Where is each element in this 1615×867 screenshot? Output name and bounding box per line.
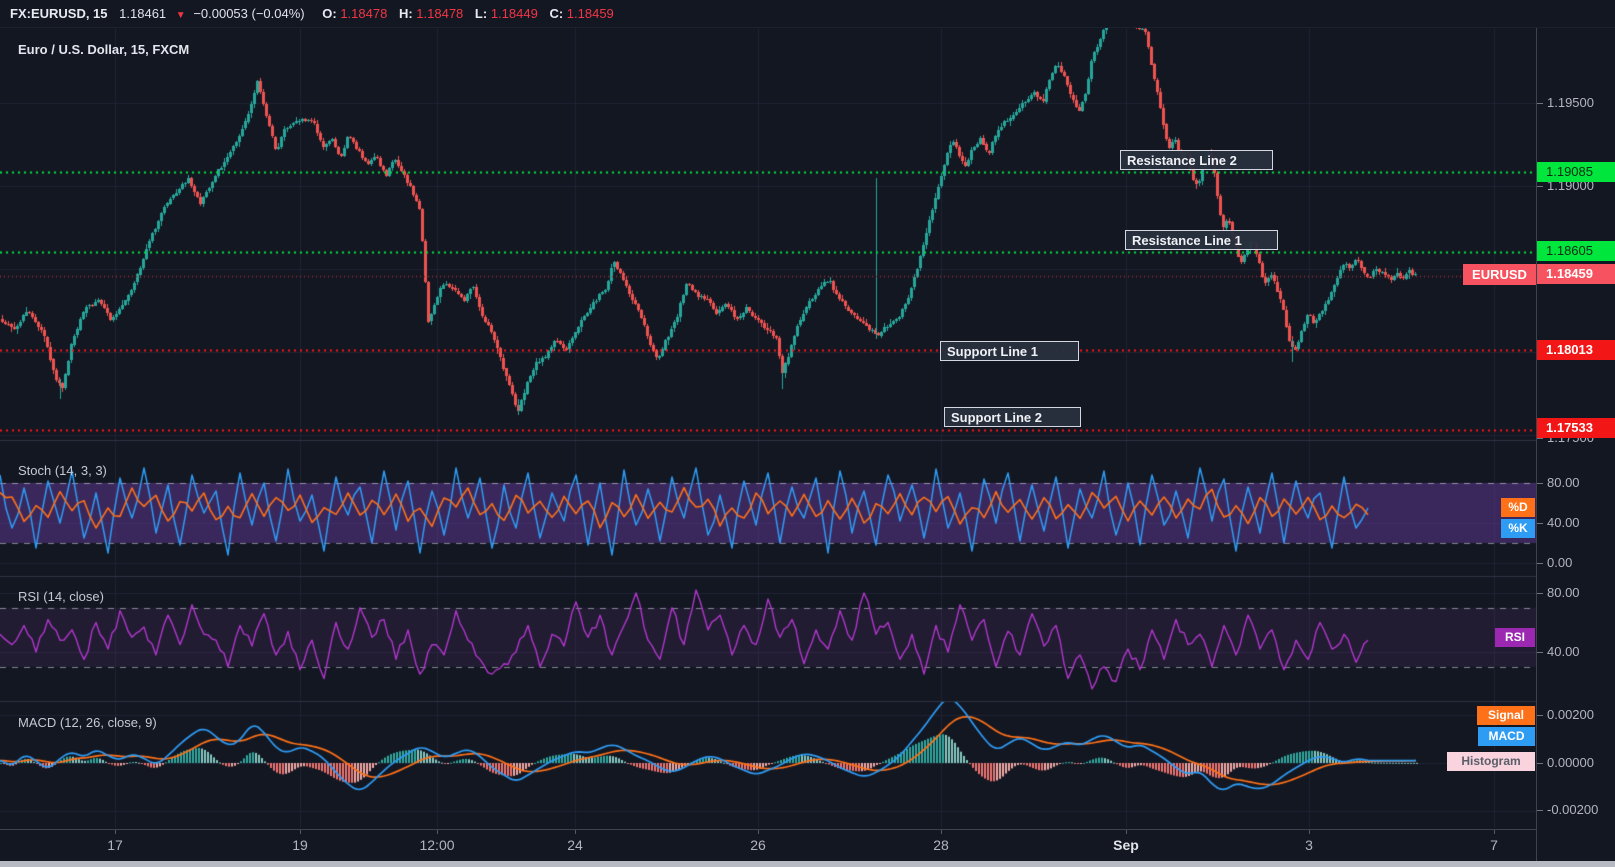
legend-badge-signal: Signal bbox=[1477, 706, 1535, 725]
pane-title-rsi[interactable]: RSI (14, close) bbox=[18, 589, 104, 604]
time-axis-label: Sep bbox=[1113, 837, 1139, 853]
price-axis-tick bbox=[1537, 438, 1543, 439]
time-axis-tick bbox=[941, 830, 942, 834]
high-value: 1.18478 bbox=[416, 6, 464, 21]
time-axis-label: 19 bbox=[292, 837, 308, 853]
time-axis-label: 24 bbox=[567, 837, 583, 853]
open-value: 1.18478 bbox=[340, 6, 388, 21]
last-price-value: 1.18461 bbox=[119, 6, 167, 21]
price-axis-tick bbox=[1537, 715, 1543, 716]
time-axis-tick bbox=[300, 830, 301, 834]
price-down-arrow-icon: ▼ bbox=[175, 10, 186, 21]
low-label: L: bbox=[474, 6, 488, 21]
time-axis-label: 7 bbox=[1490, 837, 1498, 853]
price-axis-label: 80.00 bbox=[1547, 585, 1580, 600]
price-axis-label: 0.00000 bbox=[1547, 755, 1594, 770]
time-axis-label: 26 bbox=[750, 837, 766, 853]
price-axis-label: 0.00 bbox=[1547, 555, 1573, 570]
ohlc-info-bar: FX:EURUSD, 15 1.18461 ▼ −0.00053 (−0.04%… bbox=[0, 0, 1615, 28]
symbol-interval-label[interactable]: FX:EURUSD, 15 bbox=[10, 6, 108, 21]
price-axis-tick bbox=[1537, 763, 1543, 764]
price-axis-badge: 1.18013 bbox=[1537, 340, 1615, 360]
time-axis-tick bbox=[437, 830, 438, 834]
time-axis-tick bbox=[1126, 830, 1127, 834]
pane-title-macd[interactable]: MACD (12, 26, close, 9) bbox=[18, 715, 157, 730]
price-axis-tick bbox=[1537, 483, 1543, 484]
level-label-box[interactable]: Support Line 1 bbox=[940, 341, 1079, 361]
close-value: 1.18459 bbox=[566, 6, 614, 21]
price-axis-label: 40.00 bbox=[1547, 644, 1580, 659]
level-label-box[interactable]: Support Line 2 bbox=[944, 407, 1081, 427]
low-value: 1.18449 bbox=[490, 6, 538, 21]
price-axis-label: 0.00200 bbox=[1547, 707, 1594, 722]
price-axis-label: 40.00 bbox=[1547, 515, 1580, 530]
price-axis-badge: 1.19085 bbox=[1537, 162, 1615, 182]
price-axis-tick bbox=[1537, 563, 1543, 564]
legend-badge-rsi: RSI bbox=[1495, 628, 1535, 647]
legend-badge-k: %K bbox=[1501, 519, 1535, 538]
time-axis[interactable]: 17 19 12:00 24 26 28 Sep 3 7 bbox=[0, 829, 1615, 862]
open-label: O: bbox=[322, 6, 337, 21]
window-bottom-strip bbox=[0, 861, 1615, 867]
legend-badge-macd: MACD bbox=[1478, 727, 1535, 746]
price-axis-tick bbox=[1537, 103, 1543, 104]
price-axis-tick bbox=[1537, 186, 1543, 187]
time-axis-tick bbox=[1309, 830, 1310, 834]
time-axis-label: 3 bbox=[1305, 837, 1313, 853]
price-axis-label: 80.00 bbox=[1547, 475, 1580, 490]
price-axis-tick bbox=[1537, 652, 1543, 653]
last-price-symbol-tag: EURUSD bbox=[1463, 264, 1536, 285]
time-axis-tick bbox=[575, 830, 576, 834]
price-axis-label: 1.19500 bbox=[1547, 95, 1594, 110]
price-axis-tick bbox=[1537, 810, 1543, 811]
pane-title-stoch[interactable]: Stoch (14, 3, 3) bbox=[18, 463, 107, 478]
price-change-value: −0.00053 (−0.04%) bbox=[193, 6, 305, 21]
time-axis-label: 28 bbox=[933, 837, 949, 853]
legend-badge-d: %D bbox=[1501, 498, 1535, 517]
price-axis-tick bbox=[1537, 523, 1543, 524]
close-label: C: bbox=[549, 6, 564, 21]
tradingview-chart-window: FX:EURUSD, 15 1.18461 ▼ −0.00053 (−0.04%… bbox=[0, 0, 1615, 867]
chart-canvas[interactable] bbox=[0, 28, 1536, 829]
time-axis-tick bbox=[758, 830, 759, 834]
price-axis-badge: 1.18459 bbox=[1537, 264, 1615, 284]
high-label: H: bbox=[398, 6, 413, 21]
time-axis-tick bbox=[1494, 830, 1495, 834]
chart-legend-title[interactable]: Euro / U.S. Dollar, 15, FXCM bbox=[18, 42, 189, 57]
legend-badge-histogram: Histogram bbox=[1447, 752, 1535, 771]
price-axis-label: -0.00200 bbox=[1547, 802, 1599, 817]
price-axis-tick bbox=[1537, 593, 1543, 594]
time-axis-label: 12:00 bbox=[419, 837, 455, 853]
time-axis-tick bbox=[115, 830, 116, 834]
level-label-box[interactable]: Resistance Line 1 bbox=[1125, 230, 1278, 250]
price-axis-badge: 1.17533 bbox=[1537, 418, 1615, 438]
price-axis-badge: 1.18605 bbox=[1537, 241, 1615, 261]
level-label-box[interactable]: Resistance Line 2 bbox=[1120, 150, 1273, 170]
time-axis-label: 17 bbox=[107, 837, 123, 853]
price-axis[interactable]: 1.195001.190001.1750080.0040.000.0080.00… bbox=[1537, 28, 1615, 861]
